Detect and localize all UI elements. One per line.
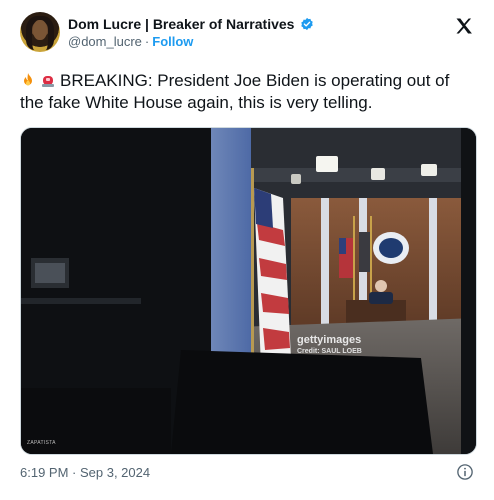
info-icon[interactable] bbox=[456, 463, 474, 481]
author-handle-line: @dom_lucre · Follow bbox=[68, 34, 193, 49]
author-display-name[interactable]: Dom Lucre | Breaker of Narratives bbox=[68, 16, 294, 32]
tweet-timestamp[interactable]: 6:19 PM · Sep 3, 2024 bbox=[20, 465, 150, 480]
media-corner-tag: ZAPATISTA bbox=[27, 440, 56, 446]
press-room-photo bbox=[21, 128, 476, 454]
follow-button[interactable]: Follow bbox=[152, 34, 193, 49]
fire-emoji bbox=[24, 73, 32, 86]
author-name-line: Dom Lucre | Breaker of Narratives bbox=[68, 14, 314, 34]
tweet-media-photo[interactable]: gettyimages Credit: SAUL LOEB ZAPATISTA bbox=[20, 127, 477, 455]
tweet-body-text: BREAKING: President Joe Biden is operati… bbox=[20, 71, 450, 112]
author-handle[interactable]: @dom_lucre bbox=[68, 34, 142, 49]
siren-emoji bbox=[42, 76, 54, 87]
handle-separator: · bbox=[144, 34, 150, 49]
tweet-card: Dom Lucre | Breaker of Narratives @dom_l… bbox=[0, 0, 494, 500]
avatar-face bbox=[33, 20, 47, 40]
tweet-text: BREAKING: President Joe Biden is operati… bbox=[20, 70, 476, 114]
getty-watermark: gettyimages bbox=[297, 334, 362, 346]
photo-credit: Credit: SAUL LOEB bbox=[297, 348, 362, 355]
avatar[interactable] bbox=[20, 12, 60, 52]
tweet-header: Dom Lucre | Breaker of Narratives @dom_l… bbox=[20, 12, 478, 60]
verified-badge-icon bbox=[301, 17, 314, 31]
x-logo-icon[interactable] bbox=[454, 16, 474, 36]
